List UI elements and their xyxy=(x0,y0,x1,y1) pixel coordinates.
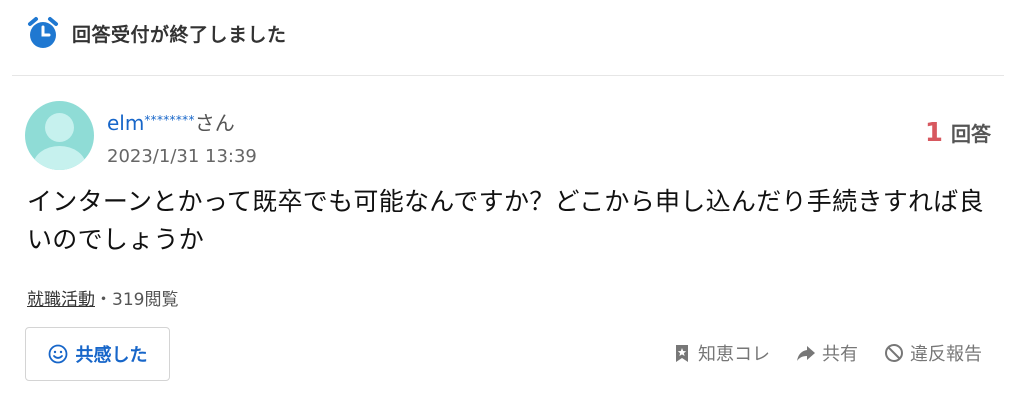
empathy-button[interactable]: 共感した xyxy=(25,327,170,381)
view-count: 319閲覧 xyxy=(112,290,179,310)
status-bar: 回答受付が終了しました xyxy=(26,14,287,52)
username-mask: ******** xyxy=(144,113,195,127)
question-text: インターンとかって既卒でも可能なんですか？どこから申し込んだり手続きすれば良いの… xyxy=(27,187,984,254)
chiekore-label: 知恵コレ xyxy=(698,344,770,365)
avatar-head xyxy=(45,113,74,142)
category-link[interactable]: 就職活動 xyxy=(27,290,95,310)
action-bar: 知恵コレ 共有 違反報告 xyxy=(646,340,982,366)
meta-separator: ・ xyxy=(95,290,112,310)
empathy-label: 共感した xyxy=(75,345,148,366)
share-label: 共有 xyxy=(822,344,858,365)
share-arrow-icon xyxy=(797,346,815,361)
alarm-clock-icon xyxy=(28,17,58,48)
smile-icon xyxy=(48,344,67,364)
divider xyxy=(12,75,1004,76)
answer-count-label: 回答 xyxy=(951,122,991,146)
chiekore-button[interactable]: 知恵コレ xyxy=(672,340,770,366)
avatar[interactable] xyxy=(25,101,94,170)
bookmark-star-icon xyxy=(676,345,688,362)
prohibited-icon xyxy=(885,344,903,362)
avatar-body xyxy=(33,146,86,170)
username-suffix: さん xyxy=(194,111,235,135)
report-label: 違反報告 xyxy=(910,344,982,365)
username-link[interactable]: elm xyxy=(107,111,144,135)
post-date: 2023/1/31 13:39 xyxy=(107,146,257,167)
answer-count[interactable]: 1 回答 xyxy=(925,118,991,148)
answer-count-number: 1 xyxy=(924,118,943,148)
report-button[interactable]: 違反報告 xyxy=(884,340,982,366)
user-line: elm********さん xyxy=(107,107,235,136)
share-button[interactable]: 共有 xyxy=(796,340,858,366)
status-text: 回答受付が終了しました xyxy=(72,23,287,46)
question-meta: 就職活動・319閲覧 xyxy=(27,285,178,310)
